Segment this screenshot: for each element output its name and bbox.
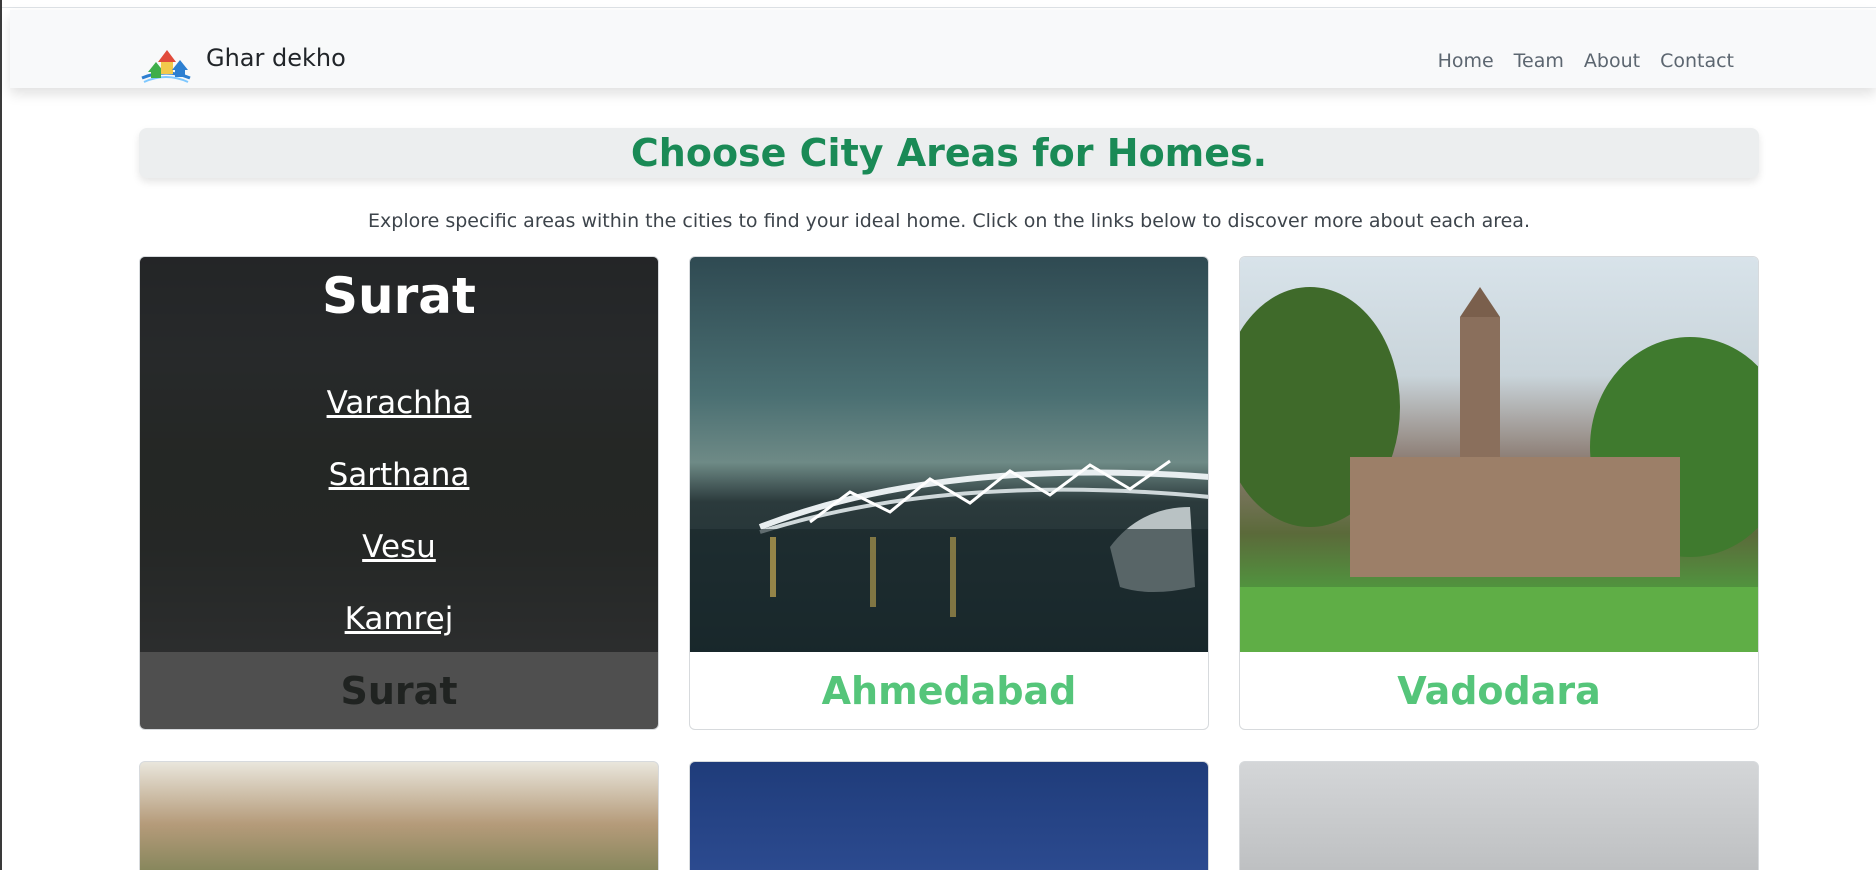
top-border [0,7,1876,8]
areas-overlay: Surat Varachha Sarthana Vesu Kamrej [140,257,658,729]
city-name-ahmedabad: Ahmedabad [821,669,1077,713]
window-edge [0,0,2,870]
nav-team-link[interactable]: Team [1514,50,1564,72]
city-card-row2-2[interactable] [689,761,1209,870]
area-link-kamrej[interactable]: Kamrej [140,601,658,637]
navbar: Ghar dekho Home Team About Contact [10,10,1876,88]
city-card-row2-1[interactable] [139,761,659,870]
city-card-ahmedabad[interactable]: Ahmedabad [689,256,1209,730]
page-title: Choose City Areas for Homes. [630,131,1268,175]
city-card-surat[interactable]: Surat Surat Varachha Sarthana Vesu Kamre… [139,256,659,730]
brand[interactable]: Ghar dekho [140,36,346,86]
bridge-illustration [690,459,1208,652]
ahmedabad-image [690,257,1208,652]
overlay-city-title: Surat [322,267,476,325]
area-link-vesu[interactable]: Vesu [140,529,658,565]
vadodara-image [1240,257,1758,652]
area-link-varachha[interactable]: Varachha [140,385,658,421]
house-logo-icon [141,50,191,83]
brand-name: Ghar dekho [206,44,346,72]
page-title-bar: Choose City Areas for Homes. [139,128,1759,178]
nav-home-link[interactable]: Home [1438,50,1494,72]
page-subtitle: Explore specific areas within the cities… [368,210,1530,232]
city-card-row2-3[interactable] [1239,761,1759,870]
palace-illustration [1240,287,1758,652]
city-name-vadodara: Vadodara [1397,669,1601,713]
nav-contact-link[interactable]: Contact [1660,50,1734,72]
area-link-sarthana[interactable]: Sarthana [140,457,658,493]
city-card-vadodara[interactable]: Vadodara [1239,256,1759,730]
nav-links: Home Team About Contact [1418,50,1734,72]
nav-about-link[interactable]: About [1584,50,1640,72]
